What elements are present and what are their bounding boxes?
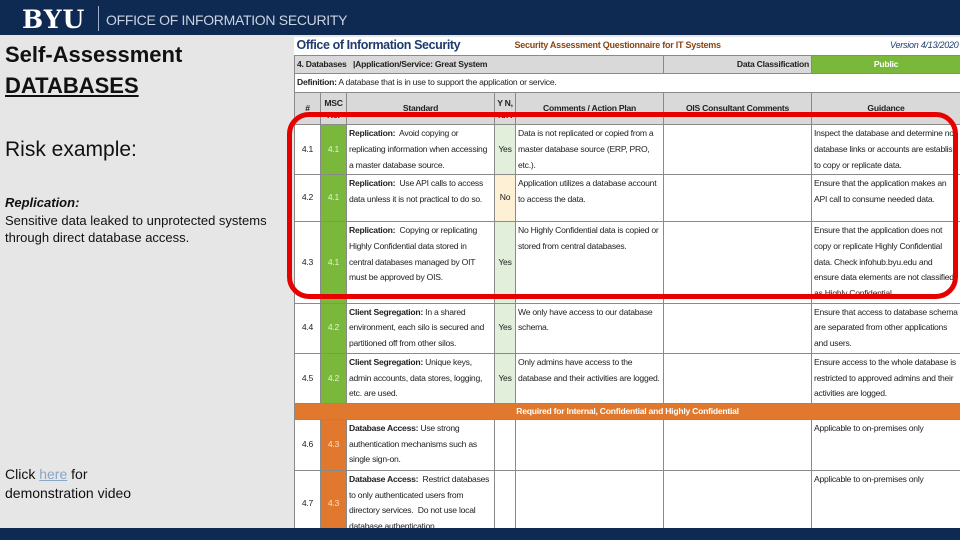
data-classification-value: Public — [811, 54, 960, 75]
ois-comment-cell[interactable] — [662, 221, 813, 304]
data-classification-label: Data Classification — [662, 54, 813, 75]
standard-category: Database Access: — [349, 473, 419, 484]
version: Version 4/13/2020 — [811, 37, 960, 56]
ois-comment-cell[interactable] — [662, 174, 813, 223]
yn-cell[interactable]: Yes — [494, 302, 516, 354]
yn-cell[interactable] — [494, 469, 516, 528]
slide-title: Self-Assessment — [5, 42, 183, 67]
yn-cell[interactable] — [494, 418, 516, 471]
msc-ref: 4.3 — [320, 418, 347, 471]
risk-description: Sensitive data leaked to unprotected sys… — [5, 213, 267, 245]
table-row: 4.5 4.2 Client Segregation: Unique keys,… — [294, 352, 960, 404]
row-number: 4.1 — [294, 124, 321, 176]
byu-logo: BYU — [22, 5, 86, 34]
divider — [98, 6, 99, 31]
ois-comment-cell[interactable] — [662, 418, 813, 471]
definition-text: A database that is in use to support the… — [336, 77, 557, 88]
table-row: 4.2 4.1 Replication: Use API calls to ac… — [294, 174, 960, 223]
footer-bar — [0, 528, 960, 540]
row-number: 4.4 — [294, 302, 321, 354]
table-row: 4.7 4.3 Database Access: Restrict databa… — [294, 469, 960, 528]
yn-cell[interactable]: Yes — [494, 221, 516, 304]
col-guidance: Guidance — [811, 92, 960, 126]
yn-cell[interactable]: No — [494, 174, 516, 223]
risk-label: Risk example: — [5, 138, 137, 161]
col-comments: Comments / Action Plan — [515, 92, 664, 126]
click-text-after: for — [67, 466, 88, 482]
standard-category: Database Access: — [349, 422, 419, 433]
click-text-line2: demonstration video — [5, 485, 132, 501]
row-number: 4.2 — [294, 174, 321, 223]
comment-cell[interactable]: No Highly Confidential data is copied or… — [515, 221, 664, 304]
org-title: Office of Information Security — [294, 37, 495, 56]
comment-cell[interactable] — [515, 418, 664, 471]
msc-ref: 4.1 — [320, 124, 347, 176]
msc-ref: 4.2 — [320, 352, 347, 404]
yn-cell[interactable]: Yes — [494, 352, 516, 404]
office-name: OFFICE OF INFORMATION SECURITY — [106, 12, 348, 28]
standard-category: Client Segregation: — [349, 306, 424, 317]
table-row: 4.3 4.1 Replication: Copying or replicat… — [294, 221, 960, 304]
standard-category: Client Segregation: — [349, 356, 424, 367]
guidance-cell: Ensure that the application does not cop… — [811, 221, 960, 304]
guidance-cell: Inspect the database and determine no da… — [811, 124, 960, 176]
table-row: 4.1 4.1 Replication: Avoid copying or re… — [294, 124, 960, 176]
row-number: 4.6 — [294, 418, 321, 471]
standard: Client Segregation: Unique keys, admin a… — [346, 352, 495, 404]
definition: Definition: A database that is in use to… — [294, 73, 960, 94]
tier-band-label: Required for Internal, Confidential and … — [294, 402, 960, 420]
col-msc: MSC Ref — [320, 92, 347, 126]
risk-name: Replication: — [5, 195, 80, 210]
slide-subtitle: DATABASES — [5, 73, 139, 98]
guidance-cell: Ensure that access to database schema ar… — [811, 302, 960, 354]
comment-cell[interactable]: Application utilizes a database account … — [515, 174, 664, 223]
msc-ref: 4.1 — [320, 174, 347, 223]
section-title: 4. Databases |Application/Service: Great… — [294, 54, 664, 75]
row-number: 4.3 — [294, 221, 321, 304]
msc-ref: 4.1 — [320, 221, 347, 304]
col-ois: OIS Consultant Comments — [662, 92, 813, 126]
ois-comment-cell[interactable] — [662, 469, 813, 528]
guidance-cell: Applicable to on-premises only — [811, 418, 960, 471]
col-num: # — [294, 92, 321, 126]
standard-category: Replication: — [349, 128, 396, 139]
standard: Client Segregation: In a shared environm… — [346, 302, 495, 354]
demo-video-link[interactable]: here — [39, 466, 67, 482]
video-note: Click here for demonstration video — [5, 465, 131, 503]
guidance-cell: Ensure that the application makes an API… — [811, 174, 960, 223]
questionnaire-title: Security Assessment Questionnaire for IT… — [494, 37, 812, 56]
comment-cell[interactable]: We only have access to our database sche… — [515, 302, 664, 354]
col-standard: Standard — [346, 92, 495, 126]
standard-category: Replication: — [349, 225, 396, 236]
guidance-cell: Applicable to on-premises only — [811, 469, 960, 528]
header-bar: BYU OFFICE OF INFORMATION SECURITY — [0, 0, 960, 35]
click-text: Click — [5, 466, 40, 482]
assessment-spreadsheet: Office of Information Security Security A… — [294, 37, 960, 528]
comment-cell[interactable]: Data is not replicated or copied from a … — [515, 124, 664, 176]
msc-ref: 4.2 — [320, 302, 347, 354]
msc-ref: 4.3 — [320, 469, 347, 528]
col-yn: Y N, N/A — [494, 92, 516, 126]
standard: Replication: Avoid copying or replicatin… — [346, 124, 495, 176]
standard: Replication: Copying or replicating High… — [346, 221, 495, 304]
yn-cell[interactable]: Yes — [494, 124, 516, 176]
table-row: 4.6 4.3 Database Access: Use strong auth… — [294, 418, 960, 471]
guidance-cell: Ensure access to the whole database is r… — [811, 352, 960, 404]
standard-category: Replication: — [349, 178, 396, 189]
row-number: 4.5 — [294, 352, 321, 404]
row-number: 4.7 — [294, 469, 321, 528]
comment-cell[interactable] — [515, 469, 664, 528]
standard: Replication: Use API calls to access dat… — [346, 174, 495, 223]
ois-comment-cell[interactable] — [662, 302, 813, 354]
comment-cell[interactable]: Only admins have access to the database … — [515, 352, 664, 404]
ois-comment-cell[interactable] — [662, 352, 813, 404]
table-row: 4.4 4.2 Client Segregation: In a shared … — [294, 302, 960, 354]
definition-label: Definition: — [297, 77, 337, 88]
tier-band: Required for Internal, Confidential and … — [294, 402, 960, 420]
standard: Database Access: Use strong authenticati… — [346, 418, 495, 471]
standard: Database Access: Restrict databases to o… — [346, 469, 495, 528]
ois-comment-cell[interactable] — [662, 124, 813, 176]
